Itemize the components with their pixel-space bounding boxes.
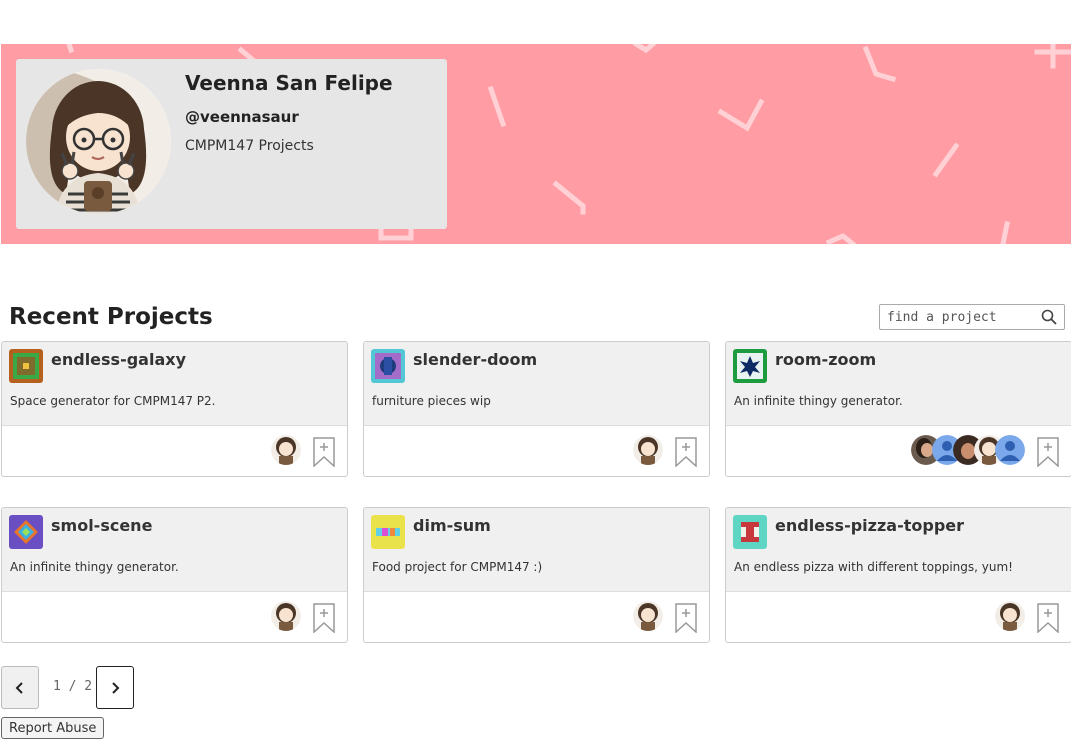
project-description: Food project for CMPM147 :): [372, 560, 543, 574]
card-header[interactable]: endless-pizza-topper An endless pizza wi…: [726, 508, 1071, 592]
avatar[interactable]: [271, 435, 301, 465]
page-indicator: 1 / 2: [53, 679, 93, 694]
card-footer: [726, 427, 1071, 476]
avatar[interactable]: [271, 601, 301, 631]
avatar[interactable]: [633, 435, 663, 465]
profile-banner: Veenna San Felipe @veennasaur CMPM147 Pr…: [1, 44, 1071, 244]
profile-handle[interactable]: @veennasaur: [185, 108, 299, 126]
next-page-button[interactable]: [96, 666, 134, 709]
project-card[interactable]: endless-galaxy Space generator for CMPM1…: [1, 341, 348, 477]
collaborator-avatars: [911, 435, 1025, 465]
avatar[interactable]: [995, 601, 1025, 631]
bookmark-icon[interactable]: [1037, 437, 1059, 467]
project-thumbnail[interactable]: [733, 349, 767, 383]
project-title[interactable]: dim-sum: [413, 516, 491, 535]
previous-page-button[interactable]: [1, 666, 39, 709]
collaborator-avatars: [271, 601, 301, 631]
collaborator-avatars: [995, 601, 1025, 631]
avatar[interactable]: [995, 435, 1025, 465]
project-description: An infinite thingy generator.: [734, 394, 903, 408]
profile-card: Veenna San Felipe @veennasaur CMPM147 Pr…: [16, 59, 447, 229]
chevron-right-icon: [112, 681, 120, 694]
project-card[interactable]: smol-scene An infinite thingy generator.: [1, 507, 348, 643]
section-title: Recent Projects: [9, 304, 213, 330]
search-input[interactable]: [887, 305, 1037, 329]
report-abuse-button[interactable]: Report Abuse: [1, 717, 105, 739]
project-card[interactable]: endless-pizza-topper An endless pizza wi…: [725, 507, 1071, 643]
project-thumbnail[interactable]: [371, 349, 405, 383]
project-card[interactable]: slender-doom furniture pieces wip: [363, 341, 710, 477]
project-description: An infinite thingy generator.: [10, 560, 179, 574]
card-footer: [2, 593, 347, 642]
profile-description: CMPM147 Projects: [185, 138, 314, 154]
project-title[interactable]: endless-galaxy: [51, 350, 186, 369]
project-thumbnail[interactable]: [9, 349, 43, 383]
bookmark-icon[interactable]: [675, 437, 697, 467]
chevron-left-icon: [15, 681, 23, 694]
collaborator-avatars: [633, 601, 663, 631]
project-card[interactable]: dim-sum Food project for CMPM147 :): [363, 507, 710, 643]
project-thumbnail[interactable]: [371, 515, 405, 549]
project-description: Space generator for CMPM147 P2.: [10, 394, 216, 408]
card-footer: [2, 427, 347, 476]
card-footer: [364, 427, 709, 476]
project-title[interactable]: room-zoom: [775, 350, 876, 369]
bookmark-icon[interactable]: [313, 603, 335, 633]
project-description: furniture pieces wip: [372, 394, 491, 408]
project-card[interactable]: room-zoom An infinite thingy generator.: [725, 341, 1071, 477]
bookmark-icon[interactable]: [675, 603, 697, 633]
card-footer: [364, 593, 709, 642]
project-title[interactable]: endless-pizza-topper: [775, 516, 964, 535]
project-search[interactable]: [879, 304, 1065, 330]
search-icon[interactable]: [1041, 309, 1057, 325]
card-header[interactable]: slender-doom furniture pieces wip: [364, 342, 709, 426]
card-footer: [726, 593, 1071, 642]
project-title[interactable]: smol-scene: [51, 516, 152, 535]
collaborator-avatars: [633, 435, 663, 465]
project-thumbnail[interactable]: [733, 515, 767, 549]
project-thumbnail[interactable]: [9, 515, 43, 549]
project-description: An endless pizza with different toppings…: [734, 560, 1013, 574]
profile-name: Veenna San Felipe: [185, 71, 393, 95]
card-header[interactable]: endless-galaxy Space generator for CMPM1…: [2, 342, 347, 426]
project-title[interactable]: slender-doom: [413, 350, 537, 369]
card-header[interactable]: smol-scene An infinite thingy generator.: [2, 508, 347, 592]
card-header[interactable]: room-zoom An infinite thingy generator.: [726, 342, 1071, 426]
avatar[interactable]: [633, 601, 663, 631]
card-header[interactable]: dim-sum Food project for CMPM147 :): [364, 508, 709, 592]
bookmark-icon[interactable]: [313, 437, 335, 467]
bookmark-icon[interactable]: [1037, 603, 1059, 633]
collaborator-avatars: [271, 435, 301, 465]
profile-avatar: [26, 69, 171, 214]
